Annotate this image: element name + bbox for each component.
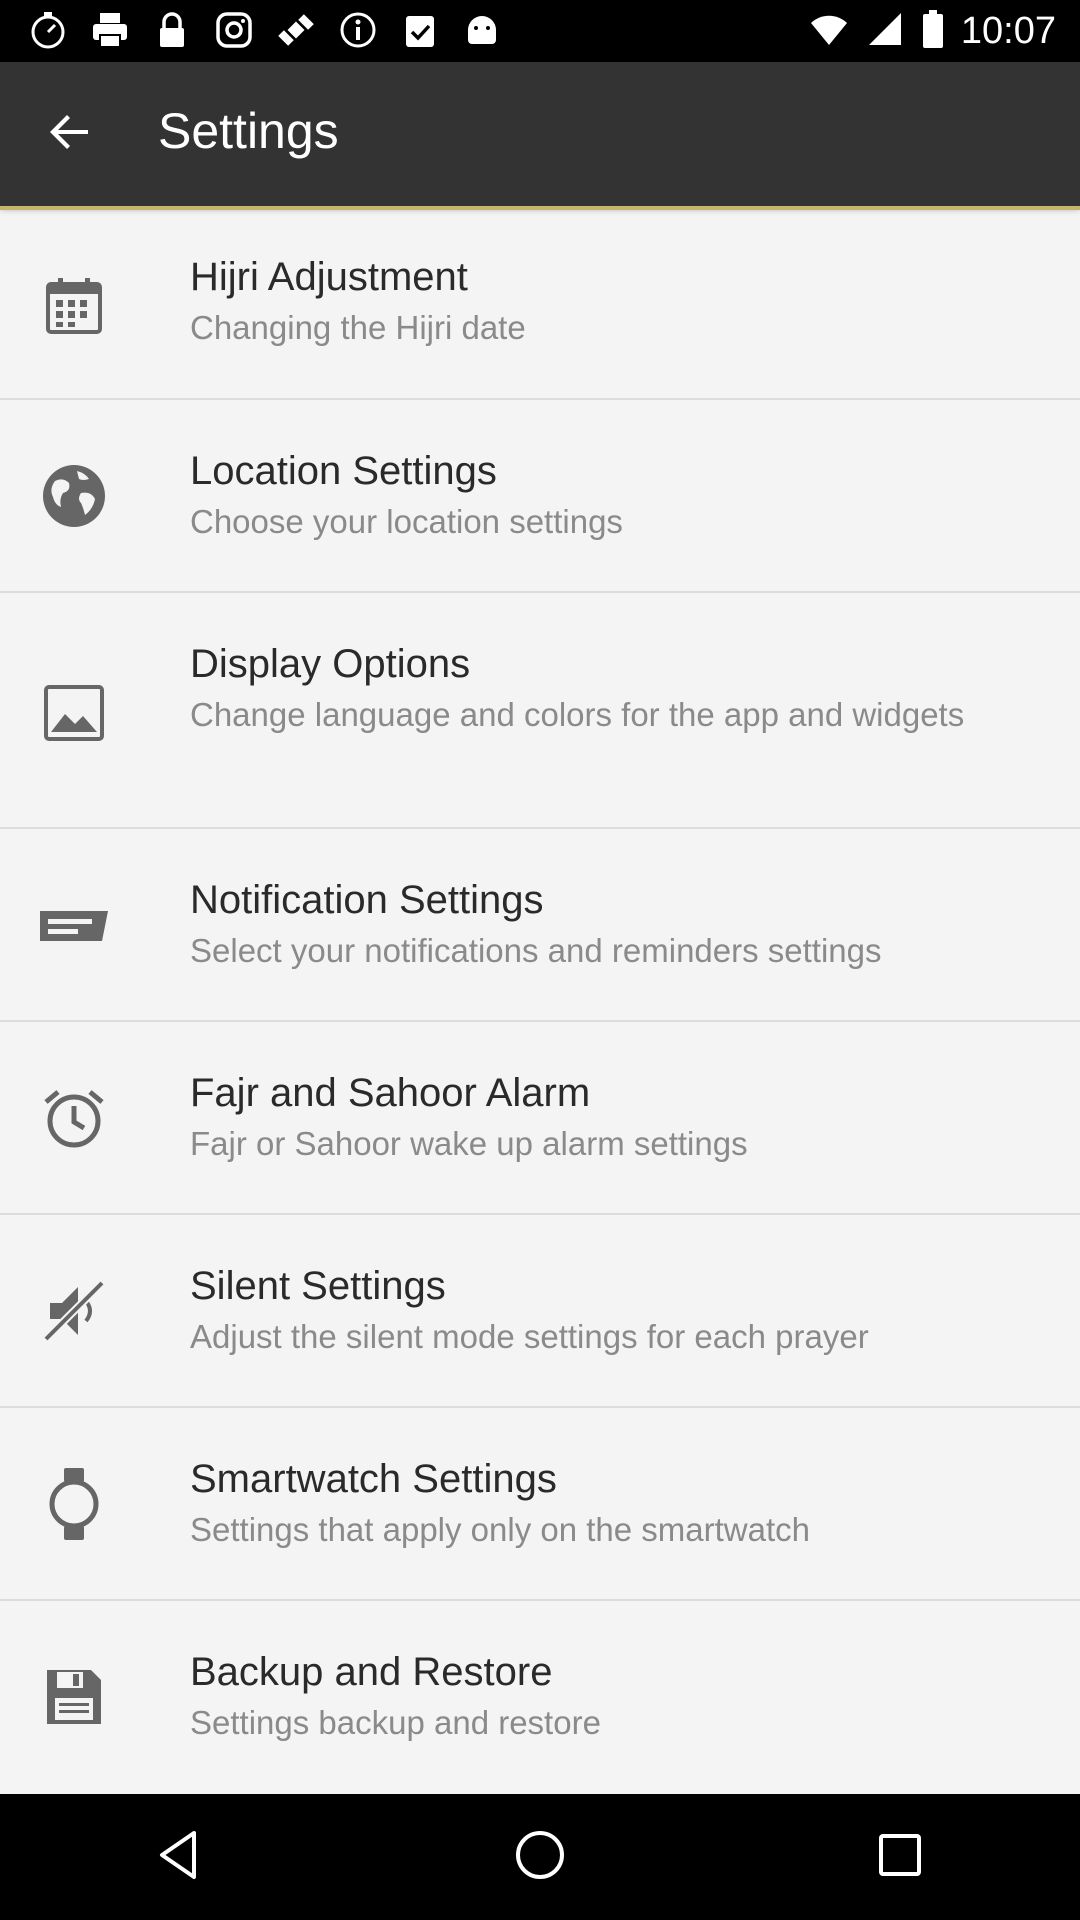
alarm-clock-icon [38, 1082, 110, 1154]
setting-title: Backup and Restore [190, 1650, 553, 1694]
notification-icons [26, 8, 504, 52]
setting-title: Smartwatch Settings [190, 1457, 557, 1501]
info-icon [336, 8, 380, 52]
app-bar: Settings [0, 62, 1080, 210]
settings-list: Hijri Adjustment Changing the Hijri date… [0, 210, 1080, 1792]
wifi-icon [809, 9, 849, 53]
setting-item-fajr-sahoor-alarm[interactable]: Fajr and Sahoor Alarm Fajr or Sahoor wak… [0, 1022, 1080, 1215]
lock-icon [150, 8, 194, 52]
setting-title: Location Settings [190, 449, 497, 493]
home-circle-icon [512, 1827, 568, 1887]
satellite-icon [274, 8, 318, 52]
status-bar: 10:07 [0, 0, 1080, 62]
setting-subtitle: Change language and colors for the app a… [190, 696, 965, 733]
watch-icon [38, 1468, 110, 1540]
setting-title: Hijri Adjustment [190, 255, 468, 299]
android-icon [460, 8, 504, 52]
signal-icon [865, 9, 905, 53]
system-status: 10:07 [809, 0, 1056, 62]
setting-item-location-settings[interactable]: Location Settings Choose your location s… [0, 400, 1080, 593]
setting-subtitle: Adjust the silent mode settings for each… [190, 1318, 869, 1355]
setting-item-notification-settings[interactable]: Notification Settings Select your notifi… [0, 829, 1080, 1022]
calendar-icon [38, 270, 110, 342]
setting-subtitle: Fajr or Sahoor wake up alarm settings [190, 1125, 748, 1162]
setting-title: Notification Settings [190, 878, 544, 922]
setting-item-smartwatch-settings[interactable]: Smartwatch Settings Settings that apply … [0, 1408, 1080, 1601]
system-navigation-bar [0, 1794, 1080, 1920]
globe-icon [38, 460, 110, 532]
arrow-back-icon [48, 110, 92, 158]
setting-subtitle: Select your notifications and reminders … [190, 932, 882, 969]
save-icon [38, 1661, 110, 1733]
back-button[interactable] [40, 104, 100, 164]
setting-subtitle: Settings backup and restore [190, 1704, 601, 1741]
setting-title: Silent Settings [190, 1264, 446, 1308]
clock: 10:07 [960, 9, 1056, 52]
nav-home-button[interactable] [492, 1809, 588, 1905]
back-triangle-icon [152, 1827, 208, 1887]
setting-subtitle: Choose your location settings [190, 503, 623, 540]
setting-subtitle: Settings that apply only on the smartwat… [190, 1511, 811, 1548]
notification-icon [38, 889, 110, 961]
recents-square-icon [872, 1827, 928, 1887]
clipboard-check-icon [398, 8, 442, 52]
instagram-icon [212, 8, 256, 52]
setting-item-backup-restore[interactable]: Backup and Restore Settings backup and r… [0, 1601, 1080, 1792]
printer-icon [88, 8, 132, 52]
image-icon [38, 677, 110, 749]
setting-subtitle: Changing the Hijri date [190, 309, 526, 346]
nav-recents-button[interactable] [852, 1809, 948, 1905]
stopwatch-icon [26, 8, 70, 52]
battery-icon [921, 9, 945, 53]
nav-back-button[interactable] [132, 1809, 228, 1905]
setting-title: Fajr and Sahoor Alarm [190, 1071, 591, 1115]
page-title: Settings [158, 103, 339, 159]
setting-item-silent-settings[interactable]: Silent Settings Adjust the silent mode s… [0, 1215, 1080, 1408]
setting-item-display-options[interactable]: Display Options Change language and colo… [0, 593, 1080, 829]
mute-icon [38, 1275, 110, 1347]
setting-item-hijri-adjustment[interactable]: Hijri Adjustment Changing the Hijri date [0, 210, 1080, 400]
setting-title: Display Options [190, 642, 471, 686]
